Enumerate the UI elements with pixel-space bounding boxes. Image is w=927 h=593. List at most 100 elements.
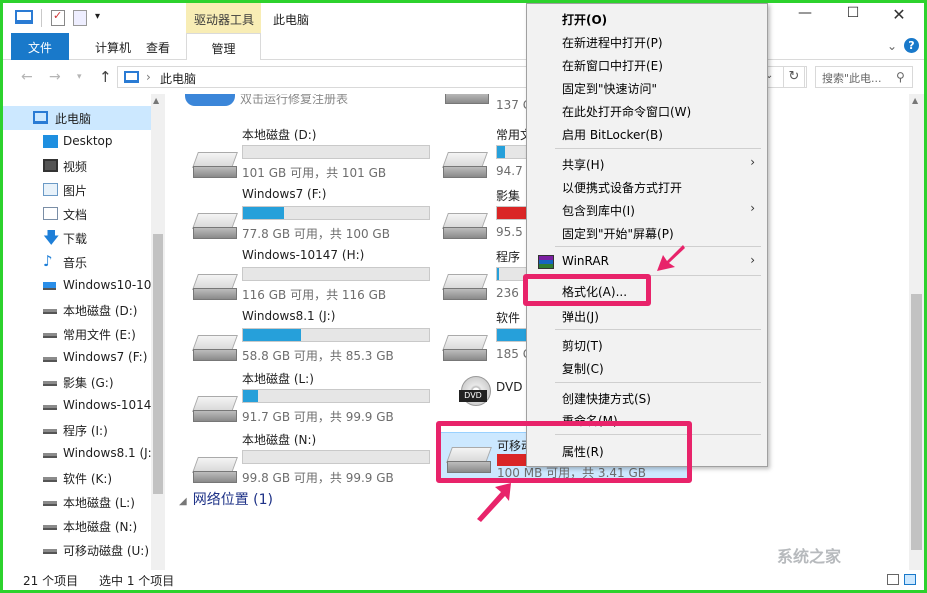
close-button[interactable]: ✕ (878, 5, 920, 27)
sidebar-item-label: 影集 (G:) (63, 376, 114, 390)
section-label: 网络位置 (1) (192, 492, 273, 508)
drive-name: Windows7 (F:) (242, 187, 327, 201)
status-bar: 21 个项目 选中 1 个项目 (3, 570, 924, 590)
menu-item-cut[interactable]: 剪切(T) (529, 334, 765, 356)
new-folder-icon[interactable] (73, 10, 87, 26)
sidebar-item-downloads[interactable]: 🡇 下载 (3, 226, 151, 250)
expand-ribbon-icon[interactable]: ⌄ (887, 39, 897, 53)
scroll-up-icon[interactable]: ▲ (912, 96, 918, 105)
menu-item-eject[interactable]: 弹出(J) (529, 305, 765, 327)
drive-tile-g[interactable]: 影集 95.5 G (443, 183, 536, 245)
menu-item-open-new-process[interactable]: 在新进程中打开(P) (529, 31, 765, 53)
minimize-button[interactable]: — (784, 5, 826, 27)
drive-icon (443, 213, 487, 239)
search-icon[interactable]: ⚲ (896, 70, 905, 84)
sidebar-item-drive-k[interactable]: 软件 (K:) (3, 466, 151, 490)
drive-tile-i[interactable]: 程序 236 G (443, 244, 536, 306)
address-row: ← → ▾ ↑ › 此电脑 ⌄ ↻ 搜索"此电... ⚲ (3, 60, 924, 94)
drive-free-space: 77.8 GB 可用，共 100 GB (242, 227, 390, 241)
content-scrollbar[interactable]: ▲ (909, 94, 924, 570)
explorer-window: ▾ 驱动器工具 此电脑 — ☐ ✕ 文件 计算机 查看 管理 ⌄ ? ← → ▾… (0, 0, 927, 593)
sidebar-item-drive-h[interactable]: Windows-1014 (3, 394, 151, 418)
sidebar-item-drive-e[interactable]: 常用文件 (E:) (3, 322, 151, 346)
refresh-button[interactable]: ↻ (783, 66, 805, 88)
sidebar-item-documents[interactable]: 文档 (3, 202, 151, 226)
chevron-right-icon: › (750, 201, 755, 215)
maximize-button[interactable]: ☐ (832, 5, 874, 27)
menu-item-portable-device[interactable]: 以便携式设备方式打开 (529, 176, 765, 198)
drive-icon (443, 274, 487, 300)
sidebar-item-desktop[interactable]: Desktop (3, 130, 151, 154)
sidebar-item-label: 本地磁盘 (D:) (63, 304, 138, 318)
nav-scrollbar-thumb[interactable] (153, 234, 163, 494)
drive-name: Windows-10147 (H:) (242, 248, 365, 262)
network-locations-header[interactable]: ◢ 网络位置 (1) (179, 489, 273, 509)
nav-scrollbar[interactable]: ▲ (151, 94, 165, 570)
sidebar-item-videos[interactable]: 视频 (3, 154, 151, 178)
sidebar-item-drive-d[interactable]: 本地磁盘 (D:) (3, 298, 151, 322)
drive-tile-l[interactable]: 本地磁盘 (L:) 91.7 GB 可用，共 99.9 GB (165, 366, 430, 428)
sidebar-item-drive-f[interactable]: Windows7 (F:) (3, 346, 151, 370)
content-scrollbar-thumb[interactable] (911, 294, 922, 550)
chevron-down-icon[interactable]: ▾ (95, 11, 100, 22)
address-path[interactable]: 此电脑 (160, 70, 196, 87)
chevron-right-icon[interactable]: › (146, 70, 151, 84)
pointer-arrow-icon (477, 483, 511, 522)
menu-item-create-shortcut[interactable]: 创建快捷方式(S) (529, 387, 765, 409)
drive-usage-bar (242, 450, 430, 464)
properties-icon[interactable] (51, 9, 65, 26)
menu-item-winrar[interactable]: WinRAR › (529, 251, 765, 273)
menu-item-bitlocker[interactable]: 启用 BitLocker(B) (529, 123, 765, 145)
tiles-view-icon[interactable] (904, 574, 916, 585)
drive-icon (43, 429, 57, 434)
sidebar-item-drive-l[interactable]: 本地磁盘 (L:) (3, 490, 151, 514)
menu-item-include-library[interactable]: 包含到库中(I) › (529, 199, 765, 221)
forward-arrow-icon[interactable]: → (49, 69, 61, 85)
drive-usage-fill (497, 146, 505, 158)
up-arrow-icon[interactable]: ↑ (99, 68, 112, 86)
tab-view[interactable]: 查看 (133, 33, 183, 60)
drive-tile-k[interactable]: 软件 185 G (443, 305, 536, 367)
sidebar-item-music[interactable]: ♪ 音乐 (3, 250, 151, 274)
help-icon[interactable]: ? (904, 38, 919, 53)
sidebar-item-drive-g[interactable]: 影集 (G:) (3, 370, 151, 394)
sidebar-item-pictures[interactable]: 图片 (3, 178, 151, 202)
menu-item-open-command-window[interactable]: 在此处打开命令窗口(W) (529, 100, 765, 122)
drive-icon (43, 453, 57, 458)
drive-tile-h[interactable]: Windows-10147 (H:) 116 GB 可用，共 116 GB (165, 244, 430, 306)
sidebar-item-drive-n[interactable]: 本地磁盘 (N:) (3, 514, 151, 538)
scroll-up-icon[interactable]: ▲ (153, 96, 159, 105)
drive-tile-f[interactable]: Windows7 (F:) 77.8 GB 可用，共 100 GB (165, 183, 430, 245)
sidebar-item-drive-i[interactable]: 程序 (I:) (3, 418, 151, 442)
sidebar-item-drive-c[interactable]: Windows10-10 (3, 274, 151, 298)
menu-item-copy[interactable]: 复制(C) (529, 357, 765, 379)
sidebar-item-drive-j[interactable]: Windows8.1 (J: (3, 442, 151, 466)
drive-icon (43, 501, 57, 506)
menu-item-pin-quick-access[interactable]: 固定到"快速访问" (529, 77, 765, 99)
drive-tile-n[interactable]: 本地磁盘 (N:) 99.8 GB 可用，共 99.9 GB (165, 427, 430, 489)
ribbon-tabs: 文件 计算机 查看 管理 ⌄ ? (3, 33, 924, 61)
back-arrow-icon[interactable]: ← (21, 69, 33, 85)
menu-item-pin-start[interactable]: 固定到"开始"屏幕(P) (529, 222, 765, 244)
menu-item-open[interactable]: 打开(O) (529, 8, 765, 30)
drive-free-space: 91.7 GB 可用，共 99.9 GB (242, 410, 394, 424)
tab-file[interactable]: 文件 (11, 33, 69, 60)
drive-tile-j[interactable]: Windows8.1 (J:) 58.8 GB 可用，共 85.3 GB (165, 305, 430, 367)
video-icon (43, 159, 58, 172)
sidebar-item-this-pc[interactable]: 此电脑 (3, 106, 151, 130)
tab-manage[interactable]: 管理 (186, 33, 261, 61)
computer-icon[interactable] (15, 10, 33, 24)
details-view-icon[interactable] (887, 574, 899, 585)
recent-locations-icon[interactable]: ▾ (77, 72, 82, 82)
drive-tile-e[interactable]: 常用文 94.7 G (443, 122, 536, 184)
drive-usage-bar (242, 267, 430, 281)
sidebar-item-label: Windows10-10 (63, 278, 151, 292)
sidebar-item-drive-u[interactable]: 可移动磁盘 (U:) (3, 538, 151, 562)
documents-icon (43, 207, 58, 220)
search-input[interactable]: 搜索"此电... ⚲ (815, 66, 913, 88)
menu-item-open-new-window[interactable]: 在新窗口中打开(E) (529, 54, 765, 76)
selection-count: 选中 1 个项目 (99, 574, 175, 588)
menu-divider (555, 148, 761, 149)
menu-item-share[interactable]: 共享(H) › (529, 153, 765, 175)
drive-tile-d[interactable]: 本地磁盘 (D:) 101 GB 可用，共 101 GB (165, 122, 430, 184)
